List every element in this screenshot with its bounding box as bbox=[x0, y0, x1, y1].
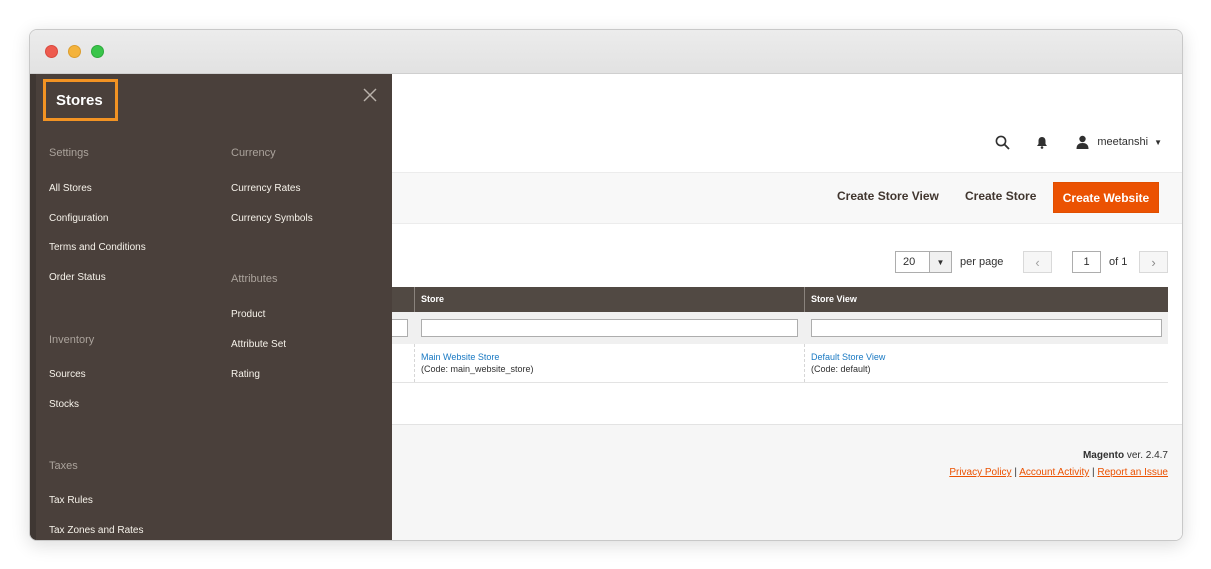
store-code: (Code: main_website_store) bbox=[421, 364, 534, 374]
menu-item-sources[interactable]: Sources bbox=[49, 369, 86, 380]
footer-separator: | bbox=[1014, 467, 1017, 478]
stores-menu-panel: Stores Settings All Stores Configuration… bbox=[30, 74, 392, 540]
create-store-view-button[interactable]: Create Store View bbox=[837, 189, 939, 203]
column-header-store-view[interactable]: Store View bbox=[804, 287, 1168, 312]
browser-window: meetanshi ▼ Create Store View Create Sto… bbox=[29, 29, 1183, 541]
store-view-filter-input[interactable] bbox=[811, 319, 1162, 337]
panel-title: Stores bbox=[43, 79, 118, 121]
section-title-inventory: Inventory bbox=[49, 334, 95, 346]
menu-item-product[interactable]: Product bbox=[231, 309, 265, 320]
section-title-attributes: Attributes bbox=[231, 273, 278, 285]
account-activity-link[interactable]: Account Activity bbox=[1019, 467, 1089, 478]
account-username[interactable]: meetanshi bbox=[1097, 136, 1148, 148]
menu-item-currency-symbols[interactable]: Currency Symbols bbox=[231, 213, 313, 224]
report-issue-link[interactable]: Report an Issue bbox=[1097, 467, 1168, 478]
menu-item-order-status[interactable]: Order Status bbox=[49, 272, 106, 283]
store-filter-input[interactable] bbox=[421, 319, 798, 337]
section-title-currency: Currency bbox=[231, 147, 276, 159]
window-titlebar bbox=[30, 30, 1182, 74]
version-info: Magento ver. 2.4.7 bbox=[1083, 450, 1168, 461]
close-icon[interactable] bbox=[363, 88, 379, 104]
admin-page: meetanshi ▼ Create Store View Create Sto… bbox=[30, 74, 1182, 540]
page-count-label: of 1 bbox=[1109, 256, 1128, 268]
menu-item-rating[interactable]: Rating bbox=[231, 369, 260, 380]
chevron-right-icon[interactable]: › bbox=[1139, 251, 1168, 273]
caret-down-icon[interactable]: ▼ bbox=[1154, 138, 1162, 147]
version-number: ver. 2.4.7 bbox=[1126, 450, 1168, 461]
per-page-label: per page bbox=[960, 256, 1004, 268]
section-title-settings: Settings bbox=[49, 147, 89, 159]
create-website-button[interactable]: Create Website bbox=[1053, 182, 1159, 213]
privacy-policy-link[interactable]: Privacy Policy bbox=[949, 467, 1011, 478]
per-page-value: 20 bbox=[903, 256, 916, 268]
admin-header-actions: meetanshi ▼ bbox=[993, 132, 1162, 152]
per-page-select[interactable]: 20 ▼ bbox=[895, 251, 952, 273]
menu-item-attribute-set[interactable]: Attribute Set bbox=[231, 339, 286, 350]
menu-item-stocks[interactable]: Stocks bbox=[49, 399, 79, 410]
footer-links: Privacy Policy | Account Activity | Repo… bbox=[949, 467, 1168, 478]
footer-separator: | bbox=[1092, 467, 1095, 478]
menu-item-tax-zones-and-rates[interactable]: Tax Zones and Rates bbox=[49, 525, 144, 536]
minimize-window-button[interactable] bbox=[68, 45, 81, 58]
store-cell: Main Website Store (Code: main_website_s… bbox=[414, 344, 804, 382]
section-title-taxes: Taxes bbox=[49, 460, 78, 472]
column-header-store[interactable]: Store bbox=[414, 287, 804, 312]
chevron-left-icon[interactable]: ‹ bbox=[1023, 251, 1052, 273]
menu-item-all-stores[interactable]: All Stores bbox=[49, 183, 92, 194]
create-store-button[interactable]: Create Store bbox=[965, 189, 1036, 203]
caret-down-icon[interactable]: ▼ bbox=[929, 252, 951, 272]
store-view-cell: Default Store View (Code: default) bbox=[804, 344, 1168, 382]
store-view-link[interactable]: Default Store View bbox=[811, 351, 1168, 363]
menu-item-currency-rates[interactable]: Currency Rates bbox=[231, 183, 300, 194]
bell-icon[interactable] bbox=[1033, 133, 1051, 151]
user-icon[interactable] bbox=[1073, 133, 1091, 151]
menu-item-terms-and-conditions[interactable]: Terms and Conditions bbox=[49, 242, 146, 253]
search-icon[interactable] bbox=[993, 133, 1011, 151]
page-number-input[interactable]: 1 bbox=[1072, 251, 1101, 273]
store-view-code: (Code: default) bbox=[811, 364, 871, 374]
close-window-button[interactable] bbox=[45, 45, 58, 58]
store-link[interactable]: Main Website Store bbox=[421, 351, 804, 363]
menu-item-tax-rules[interactable]: Tax Rules bbox=[49, 495, 93, 506]
menu-item-configuration[interactable]: Configuration bbox=[49, 213, 108, 224]
maximize-window-button[interactable] bbox=[91, 45, 104, 58]
magento-brand: Magento bbox=[1082, 450, 1125, 461]
